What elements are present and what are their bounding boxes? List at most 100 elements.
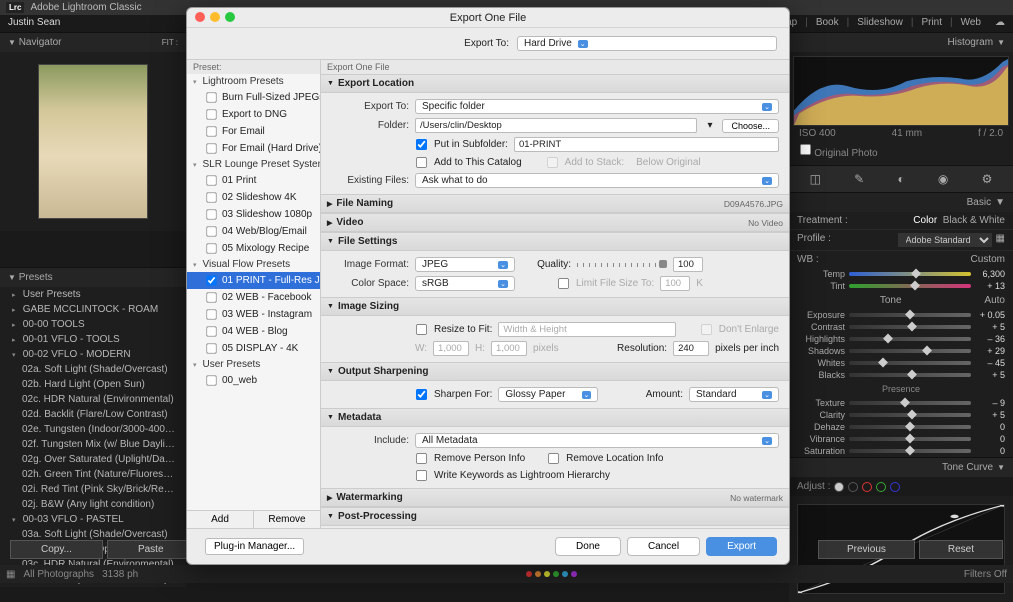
subfolder-input[interactable]: 01-PRINT xyxy=(514,137,779,152)
section-output-sharpening[interactable]: ▼Output Sharpening xyxy=(321,362,789,381)
export-to-select[interactable]: Hard Drive⌄ xyxy=(517,36,777,51)
colorspace-select[interactable]: sRGB⌄ xyxy=(415,276,515,291)
folder-path[interactable]: /Users/clin/Desktop xyxy=(415,118,697,133)
profile-grid-icon[interactable]: ▦ xyxy=(996,233,1005,247)
shadows-slider[interactable] xyxy=(849,349,971,353)
spot-icon[interactable]: ✎ xyxy=(854,172,864,186)
preset-item[interactable]: 02e. Tungsten (Indoor/3000-4000K) xyxy=(0,422,186,437)
mask-icon[interactable]: ◐ xyxy=(897,172,904,186)
preset-group[interactable]: SLR Lounge Preset System xyxy=(187,157,320,172)
remove-location-check[interactable] xyxy=(548,453,559,464)
section-watermarking[interactable]: ▶WatermarkingNo watermark xyxy=(321,488,789,507)
resize-check[interactable] xyxy=(416,324,427,335)
paste-button[interactable]: Paste xyxy=(107,540,195,559)
module-print[interactable]: Print xyxy=(921,17,942,28)
section-metadata[interactable]: ▼Metadata xyxy=(321,408,789,427)
add-catalog-check[interactable] xyxy=(416,157,427,168)
treatment-color[interactable]: Color xyxy=(913,215,937,226)
contrast-slider[interactable] xyxy=(849,325,971,329)
copy-button[interactable]: Copy... xyxy=(10,540,103,559)
exposure-slider[interactable] xyxy=(849,313,971,317)
remove-preset-button[interactable]: Remove xyxy=(254,511,320,528)
treatment-bw[interactable]: Black & White xyxy=(943,215,1005,226)
export-preset-item[interactable]: Burn Full-Sized JPEGs xyxy=(187,89,320,106)
image-format-select[interactable]: JPEG⌄ xyxy=(415,257,515,272)
export-preset-item[interactable]: 02 Slideshow 4K xyxy=(187,189,320,206)
zoom-icon[interactable] xyxy=(225,12,235,22)
export-preset-item[interactable]: 04 Web/Blog/Email xyxy=(187,223,320,240)
export-preset-item[interactable]: 03 WEB - Instagram xyxy=(187,306,320,323)
highlights-slider[interactable] xyxy=(849,337,971,341)
preset-item[interactable]: 02h. Green Tint (Nature/Fluorescent/Wind… xyxy=(0,467,186,482)
resolution-input[interactable]: 240 xyxy=(673,341,709,356)
presets-header[interactable]: ▼ Presets xyxy=(0,267,186,287)
preset-item[interactable]: ▸ 00-00 TOOLS xyxy=(0,317,186,332)
export-button[interactable]: Export xyxy=(706,537,777,556)
sharpen-for-select[interactable]: Glossy Paper⌄ xyxy=(498,387,598,402)
whites-slider[interactable] xyxy=(849,361,971,365)
navigator-preview[interactable] xyxy=(38,64,148,219)
section-post-processing[interactable]: ▼Post-Processing xyxy=(321,507,789,526)
export-preset-item[interactable]: For Email xyxy=(187,123,320,140)
export-preset-item[interactable]: 01 Print xyxy=(187,172,320,189)
write-keywords-check[interactable] xyxy=(416,470,427,481)
export-preset-item[interactable]: 05 DISPLAY - 4K xyxy=(187,340,320,357)
module-web[interactable]: Web xyxy=(961,17,981,28)
close-icon[interactable] xyxy=(195,12,205,22)
plugin-manager-button[interactable]: Plug-in Manager... xyxy=(205,538,304,555)
preset-item[interactable]: 02c. HDR Natural (Environmental) xyxy=(0,392,186,407)
preset-group[interactable]: Visual Flow Presets xyxy=(187,257,320,272)
location-export-to-select[interactable]: Specific folder⌄ xyxy=(415,99,779,114)
original-photo-check[interactable] xyxy=(800,144,811,155)
section-file-settings[interactable]: ▼File Settings xyxy=(321,232,789,251)
curve-dot-lum-icon[interactable] xyxy=(848,482,858,492)
preset-item[interactable]: 02g. Over Saturated (Uplight/Dancing) xyxy=(0,452,186,467)
crop-icon[interactable]: ◫ xyxy=(810,172,821,186)
curve-dot-red-icon[interactable] xyxy=(862,482,872,492)
sharpen-amount-select[interactable]: Standard⌄ xyxy=(689,387,779,402)
preset-item[interactable]: 02f. Tungsten Mix (w/ Blue Daylight) xyxy=(0,437,186,452)
preset-item[interactable]: ▾ 00-02 VFLO - MODERN xyxy=(0,347,186,362)
choose-folder-button[interactable]: Choose... xyxy=(722,119,779,133)
module-slideshow[interactable]: Slideshow xyxy=(857,17,903,28)
section-export-location[interactable]: ▼Export Location xyxy=(321,74,789,93)
temp-slider[interactable] xyxy=(849,272,971,276)
navigator-fit[interactable]: FIT : xyxy=(162,38,178,47)
export-preset-item[interactable]: 02 WEB - Facebook xyxy=(187,289,320,306)
grid-view-icon[interactable]: ▦ xyxy=(6,569,15,580)
section-video[interactable]: ▶VideoNo Video xyxy=(321,213,789,232)
saturation-slider[interactable] xyxy=(849,449,971,453)
preset-item[interactable]: ▸ 00-01 VFLO - TOOLS xyxy=(0,332,186,347)
vibrance-slider[interactable] xyxy=(849,437,971,441)
cancel-button[interactable]: Cancel xyxy=(627,537,700,556)
cloud-icon[interactable]: ☁ xyxy=(995,17,1005,28)
preset-item[interactable]: 02d. Backlit (Flare/Low Contrast) xyxy=(0,407,186,422)
texture-slider[interactable] xyxy=(849,401,971,405)
profile-select[interactable]: Adobe Standard xyxy=(898,233,992,247)
existing-files-select[interactable]: Ask what to do⌄ xyxy=(415,173,779,188)
wb-select[interactable]: Custom xyxy=(971,254,1005,265)
quality-input[interactable]: 100 xyxy=(673,257,703,272)
limit-size-check[interactable] xyxy=(558,278,569,289)
export-preset-item[interactable]: 01 PRINT - Full-Res JPG 100% xyxy=(187,272,320,289)
section-image-sizing[interactable]: ▼Image Sizing xyxy=(321,297,789,316)
curve-dot-rgb-icon[interactable] xyxy=(834,482,844,492)
export-preset-item[interactable]: 05 Mixology Recipe xyxy=(187,240,320,257)
preset-item[interactable]: 02b. Hard Light (Open Sun) xyxy=(0,377,186,392)
histogram[interactable] xyxy=(793,56,1009,126)
preset-item[interactable]: 02i. Red Tint (Pink Sky/Brick/Redrock) xyxy=(0,482,186,497)
dehaze-slider[interactable] xyxy=(849,425,971,429)
export-preset-item[interactable]: For Email (Hard Drive) xyxy=(187,140,320,157)
section-file-naming[interactable]: ▶File NamingD09A4576.JPG xyxy=(321,194,789,213)
preset-group[interactable]: Lightroom Presets xyxy=(187,74,320,89)
preset-item[interactable]: ▸ User Presets xyxy=(0,287,186,302)
navigator-header[interactable]: ▼ Navigator FIT : xyxy=(0,32,186,52)
preset-item[interactable]: 02j. B&W (Any light condition) xyxy=(0,497,186,512)
filters-off[interactable]: Filters Off xyxy=(964,569,1007,580)
subfolder-check[interactable] xyxy=(416,139,427,150)
tint-slider[interactable] xyxy=(849,284,971,288)
gear-icon[interactable]: ⚙ xyxy=(982,172,993,186)
module-book[interactable]: Book xyxy=(816,17,839,28)
preset-group[interactable]: User Presets xyxy=(187,357,320,372)
done-button[interactable]: Done xyxy=(555,537,621,556)
